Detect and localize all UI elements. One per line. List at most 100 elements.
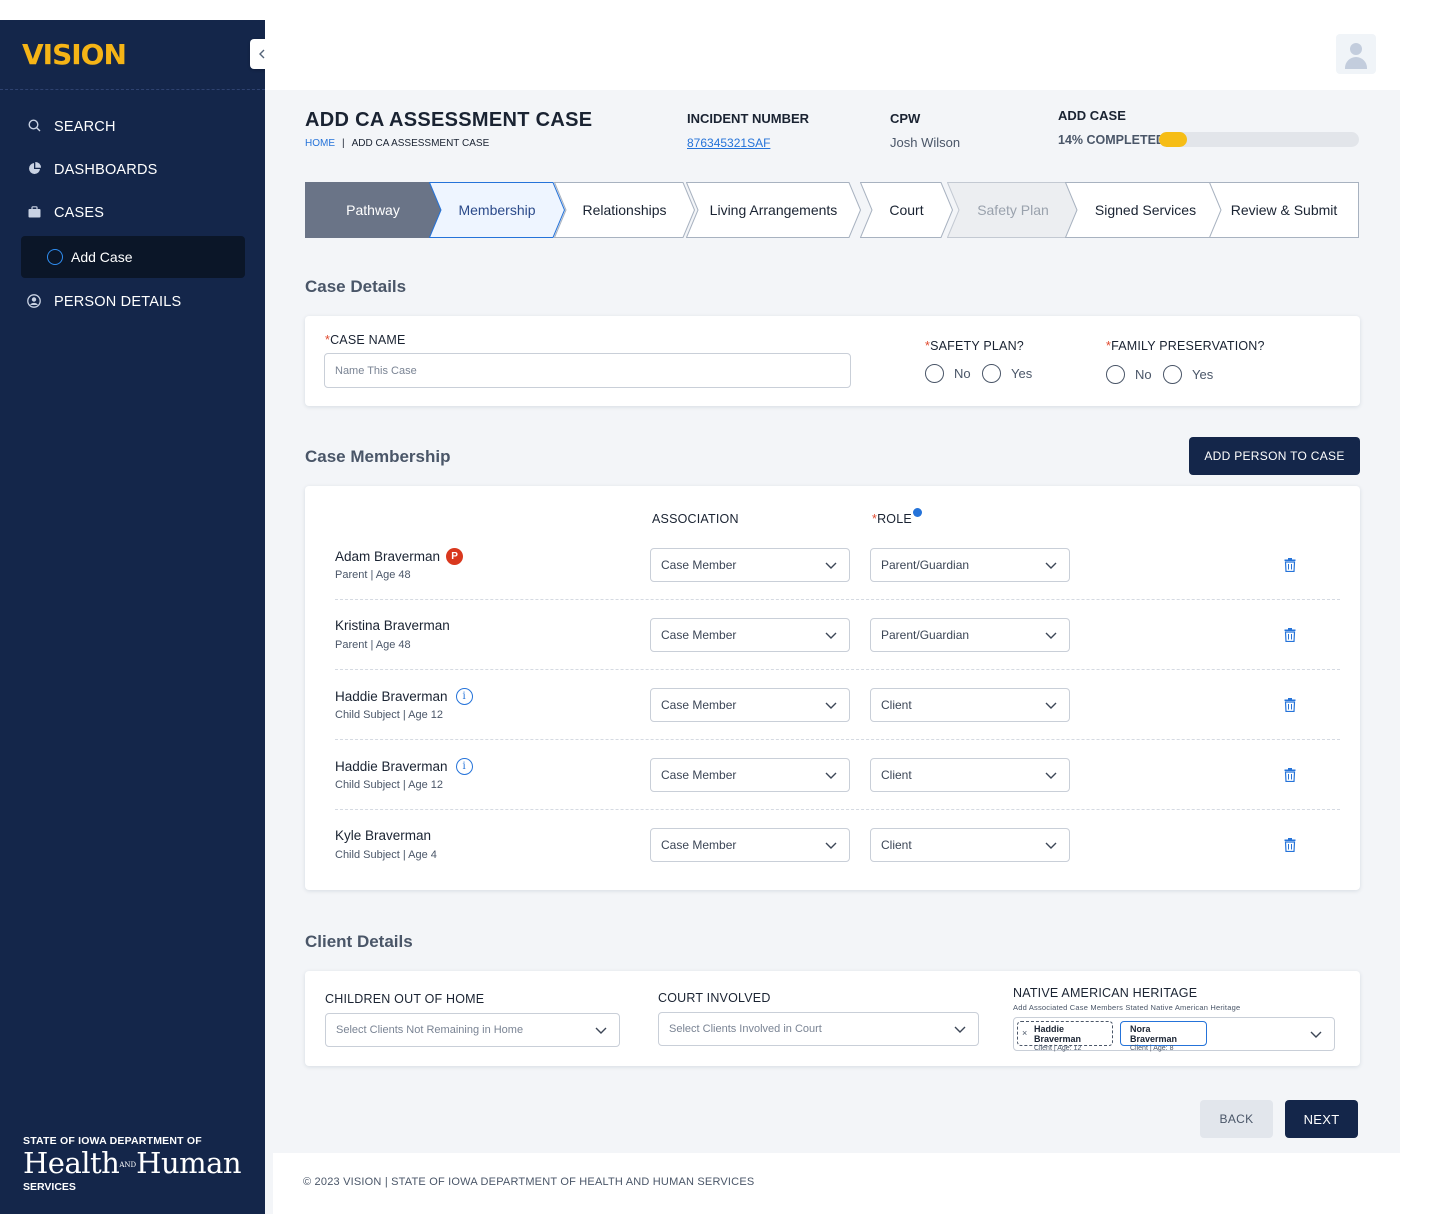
safety-plan-yes-radio[interactable]: Yes: [982, 364, 1032, 383]
association-select[interactable]: Case Member: [650, 828, 850, 862]
chip-remove-icon[interactable]: ×: [1022, 1028, 1027, 1038]
org-and: AND: [119, 1161, 137, 1169]
trash-icon[interactable]: [1284, 558, 1296, 573]
info-icon[interactable]: i: [455, 688, 473, 705]
court-involved-select[interactable]: Select Clients Involved in Court: [658, 1012, 979, 1046]
safety-plan-no-radio[interactable]: No: [925, 364, 971, 383]
safety-plan-label-text: SAFETY PLAN?: [930, 339, 1024, 353]
role-column-header-text: ROLE: [877, 512, 912, 526]
step-relationships[interactable]: Relationships: [554, 182, 695, 238]
step-living-arrangements[interactable]: Living Arrangements: [686, 182, 861, 238]
select-value: Parent/Guardian: [881, 558, 970, 572]
association-select[interactable]: Case Member: [650, 548, 850, 582]
chevron-down-icon: [1045, 842, 1057, 849]
member-name-text: Kristina Braverman: [335, 618, 450, 633]
family-preservation-yes-radio[interactable]: Yes: [1163, 365, 1213, 384]
breadcrumb: HOME | ADD CA ASSESSMENT CASE: [305, 138, 489, 149]
trash-icon[interactable]: [1284, 698, 1296, 713]
safety-plan-label: *SAFETY PLAN?: [925, 339, 1024, 353]
vision-logo[interactable]: VISION: [22, 38, 127, 71]
row-divider: [335, 599, 1340, 600]
chip-sub: Client | Age: 12: [1034, 1045, 1082, 1052]
association-select[interactable]: Case Member: [650, 758, 850, 792]
select-placeholder: Select Clients Involved in Court: [669, 1023, 822, 1035]
footer: © 2023 VISION | STATE OF IOWA DEPARTMENT…: [273, 1153, 1400, 1214]
radio-circle: [925, 364, 944, 383]
case-name-label: *CASE NAME: [325, 333, 406, 347]
role-select[interactable]: Parent/Guardian: [870, 548, 1070, 582]
step-label: Living Arrangements: [709, 202, 838, 218]
sidebar-subitem-label: Add Case: [71, 249, 133, 265]
row-divider: [335, 669, 1340, 670]
role-select[interactable]: Client: [870, 758, 1070, 792]
children-out-label: CHILDREN OUT OF HOME: [325, 992, 485, 1006]
trash-icon[interactable]: [1284, 628, 1296, 643]
role-select[interactable]: Client: [870, 828, 1070, 862]
breadcrumb-current: ADD CA ASSESSMENT CASE: [351, 138, 490, 149]
next-button[interactable]: NEXT: [1285, 1100, 1358, 1138]
radio-circle: [1163, 365, 1182, 384]
step-review-submit[interactable]: Review & Submit: [1209, 182, 1359, 238]
member-name: Adam Braverman P: [335, 548, 464, 565]
select-value: Case Member: [661, 628, 737, 642]
step-label: Signed Services: [1094, 202, 1197, 218]
case-details-title: Case Details: [305, 277, 407, 296]
back-button[interactable]: BACK: [1200, 1100, 1273, 1138]
client-details-title: Client Details: [305, 932, 413, 951]
heritage-chip[interactable]: × Haddie Braverman Client | Age: 12: [1017, 1021, 1113, 1052]
trash-icon[interactable]: [1284, 838, 1296, 853]
step-label: Pathway: [346, 202, 400, 218]
step-court[interactable]: Court: [860, 182, 953, 238]
sidebar-item-dashboards[interactable]: DASHBOARDS: [0, 152, 265, 188]
association-select[interactable]: Case Member: [650, 688, 850, 722]
hhs-logo: STATE OF IOWA DEPARTMENT OF HealthANDHum…: [23, 1135, 242, 1193]
org-line3: SERVICES: [23, 1181, 76, 1193]
org-line2: HealthANDHuman: [23, 1147, 242, 1181]
member-details: Child Subject | Age 4: [335, 849, 437, 861]
chip-name: Nora Braverman: [1130, 1024, 1178, 1044]
sidebar-item-search[interactable]: SEARCH: [0, 109, 265, 145]
select-value: Client: [881, 698, 912, 712]
role-select[interactable]: Client: [870, 688, 1070, 722]
user-circle-icon: [27, 293, 41, 311]
sidebar-item-cases[interactable]: CASES: [0, 195, 265, 231]
case-membership-title: Case Membership: [305, 447, 451, 466]
member-name: Haddie Braverman i: [335, 688, 473, 705]
select-value: Client: [881, 768, 912, 782]
sidebar-item-person-details[interactable]: PERSON DETAILS: [0, 284, 265, 320]
notification-dot: [912, 508, 922, 517]
row-divider: [335, 739, 1340, 740]
step-label: Membership: [458, 202, 536, 218]
sidebar-subitem-add-case[interactable]: Add Case: [21, 236, 245, 278]
add-person-to-case-button[interactable]: ADD PERSON TO CASE: [1189, 437, 1360, 475]
member-name-text: Haddie Braverman: [335, 689, 448, 704]
info-icon[interactable]: i: [455, 758, 473, 775]
trash-icon[interactable]: [1284, 768, 1296, 783]
select-value: Case Member: [661, 698, 737, 712]
progress-bar-fill: [1159, 132, 1187, 147]
breadcrumb-home-link[interactable]: HOME: [305, 138, 335, 149]
step-signed-services[interactable]: Signed Services: [1065, 182, 1226, 238]
incident-number-link[interactable]: 876345321SAF: [687, 136, 770, 150]
native-heritage-label: NATIVE AMERICAN HERITAGE: [1013, 986, 1198, 1000]
user-avatar-button[interactable]: [1336, 34, 1376, 74]
member-name-text: Haddie Braverman: [335, 759, 448, 774]
circle-icon: [47, 249, 63, 265]
chevron-down-icon: [1045, 702, 1057, 709]
court-involved-label: COURT INVOLVED: [658, 991, 771, 1005]
step-label: Safety Plan: [977, 202, 1049, 218]
step-membership[interactable]: Membership: [429, 182, 565, 238]
avatar-icon: [1350, 43, 1362, 55]
step-pathway[interactable]: Pathway: [305, 182, 441, 238]
chip-sub: Client | Age: 8: [1130, 1045, 1174, 1052]
native-heritage-sublabel: Add Associated Case Members Stated Nativ…: [1013, 1003, 1241, 1012]
sidebar-divider: [0, 89, 265, 90]
search-icon: [27, 119, 41, 135]
association-select[interactable]: Case Member: [650, 618, 850, 652]
role-select[interactable]: Parent/Guardian: [870, 618, 1070, 652]
family-preservation-no-radio[interactable]: No: [1106, 365, 1152, 384]
chevron-down-icon: [1310, 1031, 1322, 1038]
children-out-select[interactable]: Select Clients Not Remaining in Home: [325, 1013, 620, 1047]
case-name-input[interactable]: Name This Case: [324, 353, 851, 388]
heritage-chip[interactable]: Nora Braverman Client | Age: 8: [1120, 1021, 1207, 1052]
